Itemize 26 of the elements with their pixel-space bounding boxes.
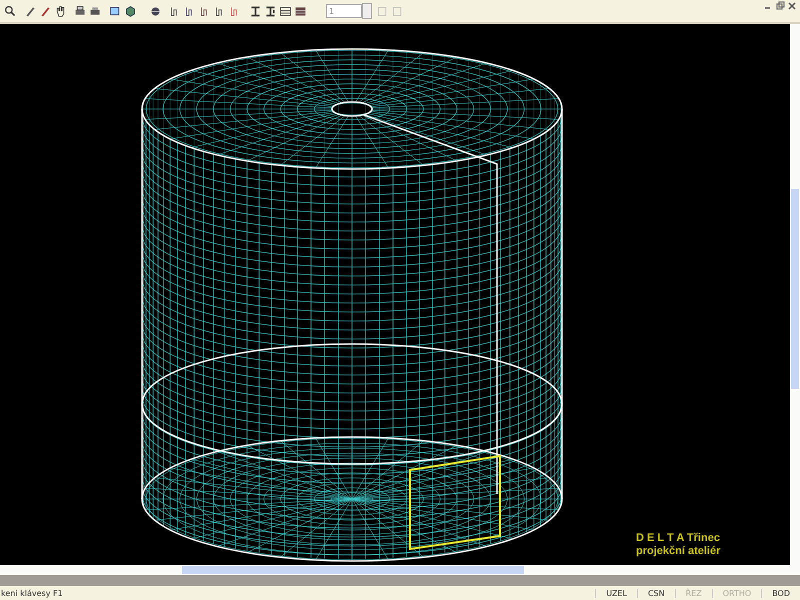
scrollbar-thumb[interactable] bbox=[182, 566, 524, 574]
status-indicator: ORTHO bbox=[712, 588, 762, 598]
horizontal-scrollbar[interactable] bbox=[0, 565, 800, 575]
logo-title: D E L T A Třinec bbox=[636, 532, 720, 545]
zoom-icon[interactable] bbox=[4, 4, 17, 18]
vertical-scrollbar[interactable] bbox=[790, 24, 800, 565]
sphere-icon[interactable] bbox=[149, 4, 162, 18]
hand-icon[interactable] bbox=[54, 4, 67, 18]
beam-icon[interactable] bbox=[264, 4, 277, 18]
printer-icon[interactable] bbox=[89, 4, 102, 18]
pencil-icon[interactable] bbox=[39, 4, 52, 18]
printer-icon[interactable] bbox=[74, 4, 87, 18]
restore-icon[interactable] bbox=[775, 1, 785, 11]
pencil-icon[interactable] bbox=[24, 4, 37, 18]
status-indicator: ŘEZ bbox=[674, 588, 712, 598]
logo-subtitle: projekční ateliér bbox=[636, 545, 720, 558]
status-hint: keni klávesy F1 bbox=[0, 588, 64, 598]
close-icon[interactable] bbox=[787, 1, 797, 11]
beam-icon[interactable] bbox=[249, 4, 262, 18]
page-field[interactable]: 1 bbox=[326, 4, 362, 18]
grid-icon[interactable] bbox=[294, 4, 307, 18]
scrollbar-thumb[interactable] bbox=[791, 189, 799, 389]
status-indicator: BOD bbox=[761, 588, 800, 598]
status-indicator: UZEL bbox=[595, 588, 637, 598]
grid-icon[interactable] bbox=[279, 4, 292, 18]
status-indicator: CSN bbox=[636, 588, 675, 598]
